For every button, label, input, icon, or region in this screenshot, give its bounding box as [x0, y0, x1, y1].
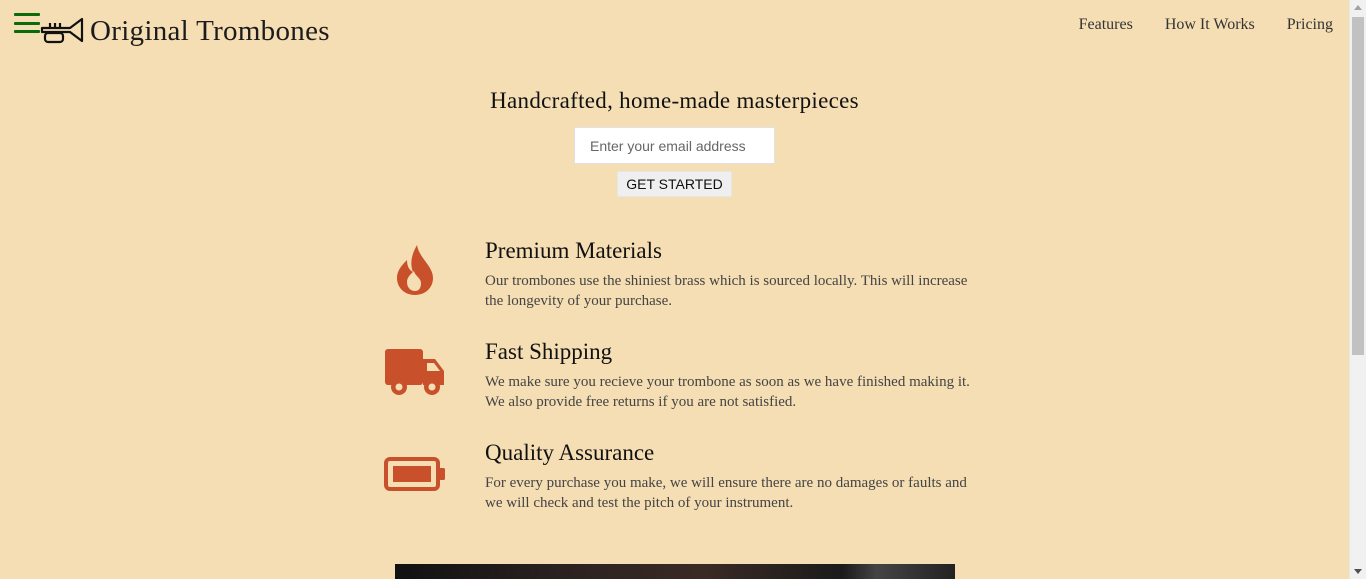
nav-link-features[interactable]: Features	[1079, 16, 1133, 34]
video-embed[interactable]	[395, 564, 955, 579]
feature-premium-materials: Premium Materials Our trombones use the …	[380, 238, 990, 318]
hero-title: Handcrafted, home-made masterpieces	[490, 88, 859, 113]
trumpet-logo-icon	[40, 17, 84, 44]
get-started-button[interactable]: GET STARTED	[617, 171, 732, 197]
site-header: Original Trombones Features How It Works…	[0, 0, 1349, 60]
feature-title: Fast Shipping	[485, 339, 613, 364]
feature-description: For every purchase you make, we will ens…	[485, 475, 967, 511]
fire-icon	[380, 244, 450, 296]
main-nav: Features How It Works Pricing	[1079, 16, 1333, 34]
logo-text: Original Trombones	[90, 14, 330, 47]
hero-section: Handcrafted, home-made masterpieces	[0, 88, 1349, 114]
hamburger-line	[14, 21, 40, 25]
menu-toggle-button[interactable]	[14, 13, 40, 33]
feature-title: Quality Assurance	[485, 440, 655, 465]
video-thumbnail	[395, 564, 955, 579]
email-input[interactable]	[574, 127, 775, 164]
nav-link-pricing[interactable]: Pricing	[1287, 16, 1333, 34]
feature-fast-shipping: Fast Shipping We make sure you recieve y…	[380, 339, 990, 419]
nav-link-how-it-works[interactable]: How It Works	[1165, 16, 1255, 34]
truck-icon	[380, 347, 450, 397]
battery-full-icon	[380, 457, 450, 491]
feature-description: We make sure you recieve your trombone a…	[485, 374, 970, 410]
feature-quality-assurance: Quality Assurance For every purchase you…	[380, 440, 990, 520]
logo[interactable]: Original Trombones	[40, 14, 330, 48]
scrollbar-thumb[interactable]	[1352, 17, 1364, 355]
hamburger-line	[14, 30, 40, 33]
page-scrollbar[interactable]	[1349, 0, 1366, 579]
hamburger-line	[14, 13, 40, 16]
scroll-down-arrow-icon[interactable]	[1354, 569, 1362, 574]
feature-title: Premium Materials	[485, 238, 662, 263]
feature-description: Our trombones use the shiniest brass whi…	[485, 273, 968, 309]
scroll-up-arrow-icon[interactable]	[1354, 5, 1362, 10]
